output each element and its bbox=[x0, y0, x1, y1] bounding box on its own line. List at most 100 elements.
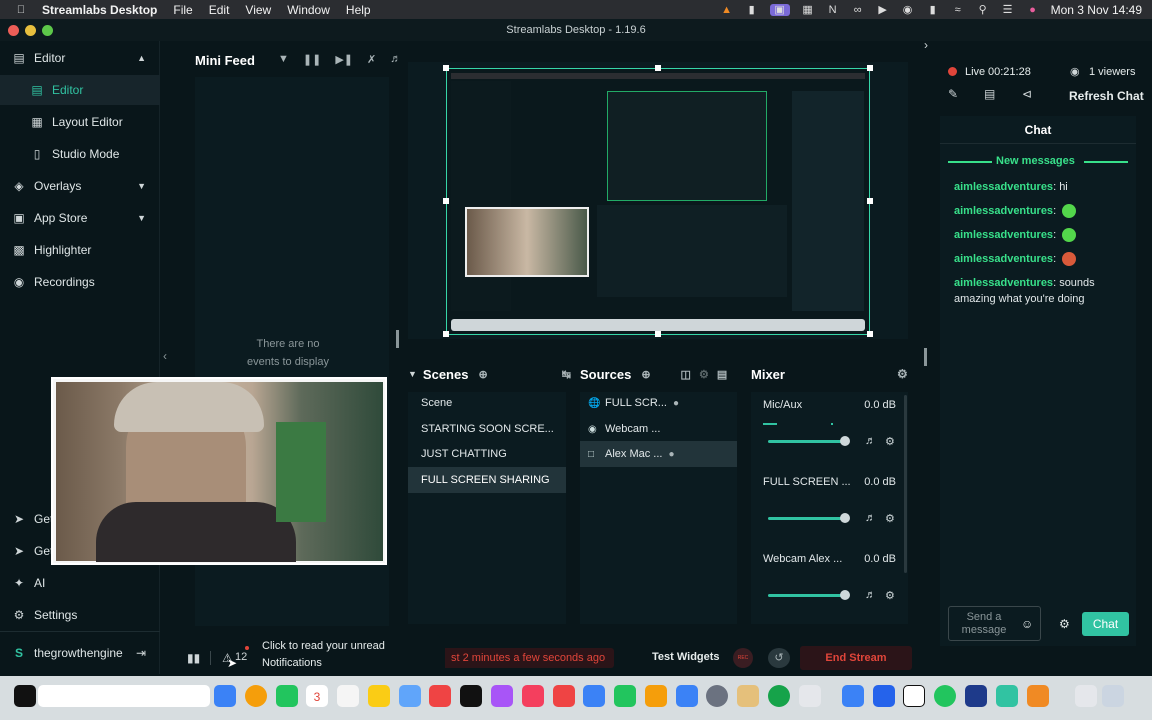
refresh-chat-button[interactable]: Refresh Chat bbox=[1069, 89, 1144, 103]
facetime-icon[interactable] bbox=[276, 685, 298, 707]
sidebar-item-overlays[interactable]: ◈ Overlays ▼ bbox=[0, 171, 160, 201]
chat-username[interactable]: aimlessadventures bbox=[954, 181, 1053, 193]
menubar-datetime[interactable]: Mon 3 Nov 14:49 bbox=[1051, 3, 1142, 17]
finder-icon[interactable] bbox=[214, 685, 236, 707]
chat-input[interactable]: Send a message ☺ bbox=[948, 606, 1041, 641]
menu-window[interactable]: Window bbox=[287, 3, 330, 17]
volume-icon[interactable]: ♬ bbox=[865, 512, 876, 524]
volume-icon[interactable]: ♬ bbox=[390, 53, 401, 66]
chat-username[interactable]: aimlessadventures bbox=[954, 277, 1053, 289]
resize-handle[interactable] bbox=[443, 198, 449, 204]
volume-slider-knob[interactable] bbox=[840, 590, 850, 600]
pause-icon[interactable]: ❚❚ bbox=[303, 53, 321, 66]
mixer-settings-icon[interactable]: ⚙ bbox=[897, 367, 908, 381]
sidebar-item-studio-mode[interactable]: ▯ Studio Mode bbox=[0, 139, 160, 169]
lock-icon[interactable]: ● bbox=[673, 398, 679, 409]
volume-slider-track[interactable] bbox=[768, 594, 846, 597]
preview-icon[interactable] bbox=[737, 685, 759, 707]
resize-handle[interactable] bbox=[867, 331, 873, 337]
source-settings-icon[interactable]: ⚙ bbox=[699, 368, 709, 381]
preview-display-capture[interactable] bbox=[446, 68, 870, 335]
share-icon[interactable]: ⊲ bbox=[1022, 87, 1032, 101]
minimize-window-button[interactable] bbox=[25, 25, 36, 36]
resize-handle[interactable] bbox=[655, 331, 661, 337]
add-source-icon[interactable]: ⊕ bbox=[641, 368, 650, 381]
gear-icon[interactable]: ⚙ bbox=[885, 435, 895, 448]
edit-stream-icon[interactable]: ✎ bbox=[948, 87, 958, 101]
maximize-window-button[interactable] bbox=[42, 25, 53, 36]
source-item-selected[interactable]: □ Alex Mac ... ● bbox=[580, 441, 737, 467]
resize-handle[interactable] bbox=[443, 65, 449, 71]
menu-help[interactable]: Help bbox=[346, 3, 371, 17]
calendar-icon[interactable]: 3 bbox=[306, 685, 328, 707]
clip-icon[interactable]: ▤ bbox=[984, 87, 995, 101]
music-icon[interactable] bbox=[522, 685, 544, 707]
davinci-icon[interactable] bbox=[965, 685, 987, 707]
control-center-icon[interactable]: ☰ bbox=[1001, 4, 1015, 16]
source-group-icon[interactable]: ◫ bbox=[681, 368, 691, 381]
menubar-app-name[interactable]: Streamlabs Desktop bbox=[42, 3, 157, 17]
bluetooth-status-icon[interactable]: ∞ bbox=[851, 4, 865, 16]
siri-icon[interactable]: ● bbox=[1026, 4, 1040, 16]
add-scene-icon[interactable]: ⊕ bbox=[478, 368, 487, 381]
resize-handle[interactable] bbox=[924, 348, 927, 366]
tv-icon[interactable] bbox=[460, 685, 482, 707]
sidebar-item-recordings[interactable]: ◉ Recordings bbox=[0, 267, 160, 297]
notion-status-icon[interactable]: N bbox=[826, 4, 840, 16]
resize-handle[interactable] bbox=[655, 65, 661, 71]
gear-icon[interactable]: ⚙ bbox=[885, 512, 895, 525]
chevron-down-icon[interactable]: ▼ bbox=[137, 181, 146, 191]
performance-icon[interactable]: ▮▮ bbox=[187, 651, 200, 665]
chat-username[interactable]: aimlessadventures bbox=[954, 253, 1053, 265]
sidebar-item-app-store[interactable]: ▣ App Store ▼ bbox=[0, 203, 160, 233]
stats-icon[interactable] bbox=[799, 685, 821, 707]
resize-handle[interactable] bbox=[443, 331, 449, 337]
volume-slider-track[interactable] bbox=[768, 517, 846, 520]
skip-icon[interactable]: ▶❚ bbox=[335, 53, 353, 66]
scene-item-selected[interactable]: FULL SCREEN SHARING bbox=[408, 467, 566, 493]
menu-view[interactable]: View bbox=[245, 3, 271, 17]
freeform-icon[interactable] bbox=[399, 685, 421, 707]
resize-handle[interactable] bbox=[867, 198, 873, 204]
notification-tooltip[interactable]: Click to read your unread Notifications bbox=[252, 635, 440, 673]
filter-icon[interactable]: ▼ bbox=[278, 53, 289, 66]
sidebar-item-layout-editor[interactable]: ▦ Layout Editor bbox=[0, 107, 160, 137]
chat-username[interactable]: aimlessadventures bbox=[954, 229, 1053, 241]
scene-item[interactable]: Scene bbox=[408, 390, 566, 416]
lock-icon[interactable]: ● bbox=[668, 449, 674, 460]
apple-icon[interactable]:  bbox=[14, 4, 28, 16]
menu-file[interactable]: File bbox=[173, 3, 192, 17]
close-window-button[interactable] bbox=[8, 25, 19, 36]
pages-icon[interactable] bbox=[645, 685, 667, 707]
logout-icon[interactable]: ⇥ bbox=[136, 646, 146, 660]
scene-transition-icon[interactable]: ↹ bbox=[562, 368, 571, 381]
chat-username[interactable]: aimlessadventures bbox=[954, 205, 1053, 217]
whatsapp-icon[interactable] bbox=[934, 685, 956, 707]
mute-alerts-icon[interactable]: ✗ bbox=[367, 53, 376, 66]
chat-settings-icon[interactable]: ⚙ bbox=[1059, 617, 1070, 631]
downloads-icon[interactable] bbox=[1075, 685, 1097, 707]
vlc-status-icon[interactable]: ▲ bbox=[720, 4, 734, 16]
sidebar-item-highlighter[interactable]: ▩ Highlighter bbox=[0, 235, 160, 265]
volume-slider-track[interactable] bbox=[768, 440, 846, 443]
search-icon[interactable]: ⚲ bbox=[976, 4, 990, 16]
volume-icon[interactable]: ♬ bbox=[865, 589, 876, 601]
end-stream-button[interactable]: End Stream bbox=[800, 646, 912, 670]
scene-item[interactable]: JUST CHATTING bbox=[408, 441, 566, 467]
replay-buffer-icon[interactable]: ↺ bbox=[768, 648, 790, 668]
controller-status-icon[interactable]: ◉ bbox=[901, 4, 915, 16]
news-icon[interactable] bbox=[553, 685, 575, 707]
app-store-icon[interactable] bbox=[676, 685, 698, 707]
volume-icon[interactable]: ♬ bbox=[865, 435, 876, 447]
streamlabs-dock-icon[interactable] bbox=[768, 685, 790, 707]
app-status-icon[interactable]: ▦ bbox=[801, 4, 815, 16]
collapse-icon[interactable]: ▼ bbox=[408, 369, 417, 379]
photos-icon[interactable] bbox=[245, 685, 267, 707]
trash-icon[interactable] bbox=[1102, 685, 1124, 707]
mixer-scrollbar[interactable] bbox=[904, 395, 907, 573]
volume-slider-knob[interactable] bbox=[840, 436, 850, 446]
vlc-icon[interactable] bbox=[1027, 685, 1049, 707]
stats-status-icon[interactable]: ▮ bbox=[745, 4, 759, 16]
keynote-icon[interactable] bbox=[583, 685, 605, 707]
scene-item[interactable]: STARTING SOON SCRE... bbox=[408, 416, 566, 442]
